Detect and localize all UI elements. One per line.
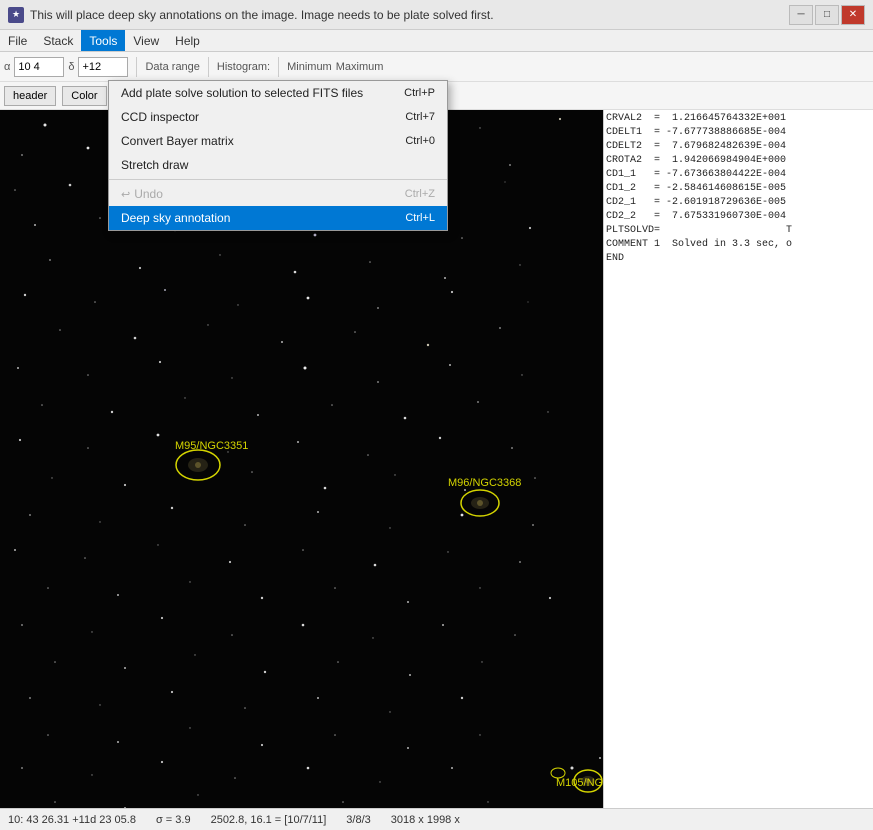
fits-line-4: CD1_1 = -7.673663804422E-004 bbox=[606, 168, 871, 182]
menu-file[interactable]: File bbox=[0, 30, 35, 51]
status-sigma: σ = 3.9 bbox=[156, 814, 191, 826]
color-button[interactable]: Color bbox=[62, 86, 106, 106]
fits-line-5: CD1_2 = -2.584614608615E-005 bbox=[606, 182, 871, 196]
separator3 bbox=[278, 57, 279, 77]
deep-sky-label: Deep sky annotation bbox=[121, 211, 230, 225]
maximize-button[interactable]: □ bbox=[815, 5, 839, 25]
menu-item-undo[interactable]: ↩ Undo Ctrl+Z bbox=[109, 182, 447, 206]
undo-label: ↩ Undo bbox=[121, 187, 163, 201]
deep-sky-shortcut: Ctrl+L bbox=[405, 212, 435, 224]
fits-line-10: END bbox=[606, 252, 871, 266]
menu-item-stretch-draw[interactable]: Stretch draw bbox=[109, 153, 447, 177]
app-icon: ★ bbox=[8, 7, 24, 23]
alpha-label: α bbox=[4, 61, 10, 73]
toolbar-row1: α δ Data range Histogram: Minimum Maximu… bbox=[0, 52, 873, 82]
menu-item-plate-solve[interactable]: Add plate solve solution to selected FIT… bbox=[109, 81, 447, 105]
status-pixel-coords: 2502.8, 16.1 = [10/7/11] bbox=[211, 814, 327, 826]
stretch-draw-label: Stretch draw bbox=[121, 158, 188, 172]
close-button[interactable]: ✕ bbox=[841, 5, 865, 25]
menu-item-deep-sky[interactable]: Deep sky annotation Ctrl+L bbox=[109, 206, 447, 230]
menu-bar: File Stack Tools View Help bbox=[0, 30, 873, 52]
menu-stack[interactable]: Stack bbox=[35, 30, 81, 51]
minimum-label: Minimum bbox=[287, 61, 332, 73]
bayer-matrix-shortcut: Ctrl+0 bbox=[405, 135, 435, 147]
separator2 bbox=[208, 57, 209, 77]
status-bar: 10: 43 26.31 +11d 23 05.8 σ = 3.9 2502.8… bbox=[0, 808, 873, 830]
separator1 bbox=[136, 57, 137, 77]
fits-line-9: COMMENT 1 Solved in 3.3 sec, o bbox=[606, 238, 871, 252]
fits-line-2: CDELT2 = 7.679682482639E-004 bbox=[606, 140, 871, 154]
fits-line-7: CD2_2 = 7.675331960730E-004 bbox=[606, 210, 871, 224]
title-bar-text: This will place deep sky annotations on … bbox=[30, 8, 789, 22]
title-bar: ★ This will place deep sky annotations o… bbox=[0, 0, 873, 30]
maximum-label: Maximum bbox=[336, 61, 384, 73]
window-controls: ─ □ ✕ bbox=[789, 5, 865, 25]
status-page: 3/8/3 bbox=[346, 814, 370, 826]
undo-icon: ↩ bbox=[121, 188, 130, 201]
plate-solve-label: Add plate solve solution to selected FIT… bbox=[121, 86, 363, 100]
delta-input[interactable] bbox=[78, 57, 128, 77]
status-coords: 10: 43 26.31 +11d 23 05.8 bbox=[8, 814, 136, 826]
plate-solve-shortcut: Ctrl+P bbox=[404, 87, 435, 99]
status-resolution: 3018 x 1998 x bbox=[391, 814, 460, 826]
data-range-label: Data range bbox=[145, 61, 199, 73]
tools-dropdown-menu: Add plate solve solution to selected FIT… bbox=[108, 80, 448, 231]
ccd-inspector-label: CCD inspector bbox=[121, 110, 199, 124]
delta-label: δ bbox=[68, 61, 74, 73]
fits-line-0: CRVAL2 = 1.216645764332E+001 bbox=[606, 112, 871, 126]
alpha-input[interactable] bbox=[14, 57, 64, 77]
fits-header-panel[interactable]: CRVAL2 = 1.216645764332E+001 CDELT1 = -7… bbox=[603, 110, 873, 808]
menu-help[interactable]: Help bbox=[167, 30, 208, 51]
ccd-inspector-shortcut: Ctrl+7 bbox=[405, 111, 435, 123]
minimize-button[interactable]: ─ bbox=[789, 5, 813, 25]
header-button[interactable]: header bbox=[4, 86, 56, 106]
menu-tools[interactable]: Tools bbox=[81, 30, 125, 51]
fits-line-6: CD2_1 = -2.601918729636E-005 bbox=[606, 196, 871, 210]
fits-line-1: CDELT1 = -7.677738886685E-004 bbox=[606, 126, 871, 140]
menu-view[interactable]: View bbox=[125, 30, 167, 51]
undo-shortcut: Ctrl+Z bbox=[405, 188, 435, 200]
fits-line-8: PLTSOLVD= T bbox=[606, 224, 871, 238]
menu-separator bbox=[109, 179, 447, 180]
menu-item-bayer-matrix[interactable]: Convert Bayer matrix Ctrl+0 bbox=[109, 129, 447, 153]
menu-item-ccd-inspector[interactable]: CCD inspector Ctrl+7 bbox=[109, 105, 447, 129]
fits-line-3: CROTA2 = 1.942066984904E+000 bbox=[606, 154, 871, 168]
histogram-label: Histogram: bbox=[217, 61, 270, 73]
bayer-matrix-label: Convert Bayer matrix bbox=[121, 134, 234, 148]
